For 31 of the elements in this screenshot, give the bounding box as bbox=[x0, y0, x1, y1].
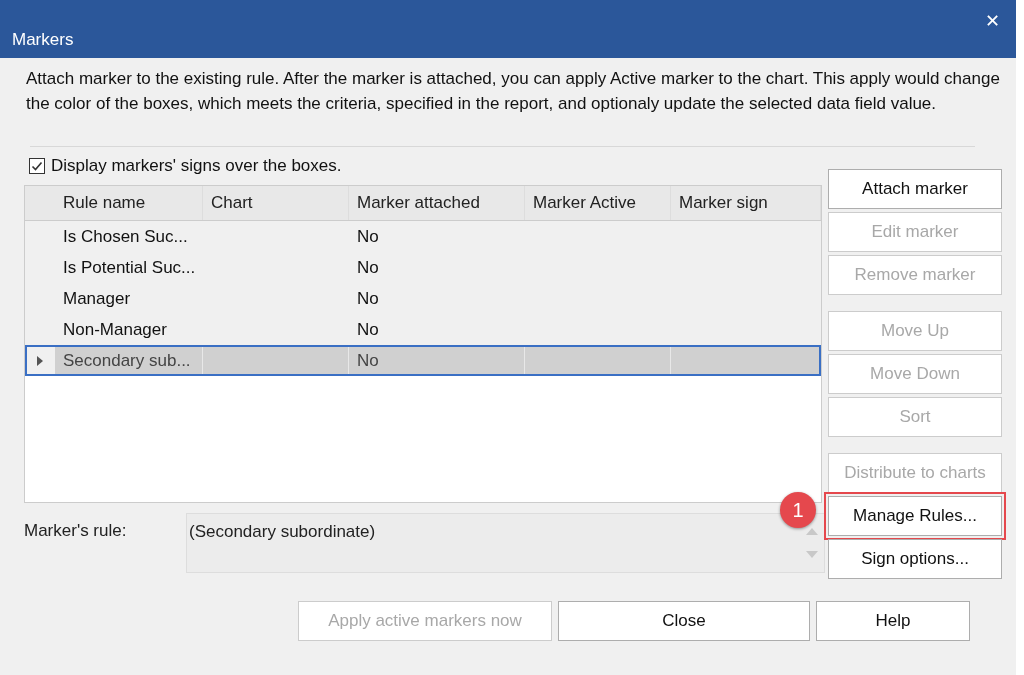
close-button[interactable]: ✕ bbox=[980, 10, 1004, 31]
side-button[interactable]: Sign options... bbox=[828, 539, 1002, 579]
table-row[interactable]: Secondary sub... No bbox=[25, 345, 821, 376]
table-row[interactable]: Manager No bbox=[25, 283, 821, 314]
column-header[interactable]: Marker sign bbox=[671, 186, 821, 220]
table-cell: Non-Manager bbox=[55, 314, 203, 345]
table-cell: Is Chosen Suc... bbox=[55, 221, 203, 252]
table-cell: Manager bbox=[55, 283, 203, 314]
table-cell: No bbox=[349, 283, 525, 314]
column-header[interactable]: Marker attached bbox=[349, 186, 525, 220]
checkbox-label: Display markers' signs over the boxes. bbox=[51, 156, 342, 176]
table-cell: No bbox=[349, 221, 525, 252]
column-header[interactable]: Marker Active bbox=[525, 186, 671, 220]
table-cell: No bbox=[349, 252, 525, 283]
window-title: Markers bbox=[12, 30, 74, 50]
table-cell: No bbox=[349, 345, 525, 376]
side-button[interactable]: Attach marker bbox=[828, 169, 1002, 209]
table-row[interactable]: Is Potential Suc... No bbox=[25, 252, 821, 283]
column-header[interactable]: Chart bbox=[203, 186, 349, 220]
description-text: Attach marker to the existing rule. After the marker is attached, you can apply Active marker to the chart. This apply would change the color of the boxes, which meets the criteria, specified in the report, and optionaly update the selected data field value. bbox=[26, 68, 1001, 115]
table-row[interactable]: Is Chosen Suc... No bbox=[25, 221, 821, 252]
footer-button[interactable]: Close bbox=[558, 601, 810, 641]
checkbox[interactable] bbox=[29, 158, 45, 174]
table-cell: Secondary sub... bbox=[55, 345, 203, 376]
column-header[interactable]: Rule name bbox=[55, 186, 203, 220]
footer-button[interactable]: Help bbox=[816, 601, 970, 641]
row-pointer-icon bbox=[36, 354, 44, 367]
table-cell: Is Potential Suc... bbox=[55, 252, 203, 283]
field-label: Marker's rule: bbox=[24, 520, 128, 542]
table-cell: No bbox=[349, 314, 525, 345]
table-row[interactable]: Non-Manager No bbox=[25, 314, 821, 345]
